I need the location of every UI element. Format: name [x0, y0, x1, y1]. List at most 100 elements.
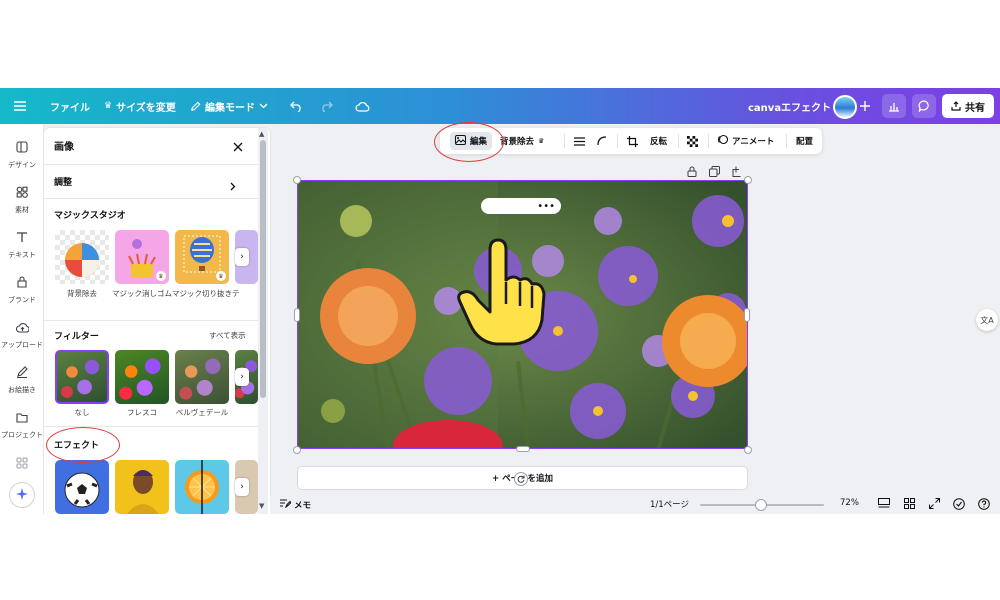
translate-icon[interactable]: 文A — [976, 309, 998, 331]
soccer-ball-icon — [64, 472, 100, 508]
more-options-icon[interactable]: ••• — [481, 198, 561, 214]
status-bar: メモ 1/1ページ 72% — [270, 496, 1000, 514]
zoom-slider-handle[interactable] — [755, 499, 767, 511]
magic-item-label: 背景除去 — [67, 289, 97, 298]
chevron-right-icon[interactable]: › — [235, 478, 249, 496]
scrollbar-thumb[interactable] — [260, 140, 266, 398]
comment-icon[interactable] — [912, 94, 936, 118]
transparency-icon[interactable] — [687, 128, 698, 154]
rail-item-projects[interactable]: プロジェクト — [0, 408, 44, 440]
orange-slice-icon — [185, 460, 219, 514]
folder-icon — [16, 408, 28, 427]
animate-button[interactable]: アニメート — [717, 128, 774, 154]
design-icon — [16, 138, 28, 157]
file-menu[interactable]: ファイル — [50, 88, 90, 124]
zoom-level[interactable]: 72% — [840, 498, 859, 508]
close-icon[interactable] — [232, 138, 246, 152]
design-title[interactable]: canvaエフェクト — [748, 88, 831, 124]
filter-belvedere[interactable] — [175, 350, 229, 404]
divider — [617, 134, 618, 148]
panel-scrollbar[interactable]: ▲ ▼ — [258, 128, 268, 514]
resize-handle[interactable] — [294, 308, 300, 322]
rail-item-apps[interactable] — [0, 454, 44, 473]
avatar[interactable] — [833, 95, 857, 119]
beach-ball-icon — [65, 243, 99, 277]
filter-fresco[interactable] — [115, 350, 169, 404]
notes-label: メモ — [294, 500, 312, 511]
share-button[interactable]: 共有 — [942, 94, 994, 118]
divider — [44, 164, 258, 165]
divider — [678, 134, 679, 148]
edit-mode-dropdown[interactable]: 編集モード — [190, 88, 268, 124]
share-icon — [951, 101, 961, 111]
divider — [708, 134, 709, 148]
bg-remove-button[interactable]: 背景除去 ♛ — [500, 128, 544, 154]
effect-item[interactable] — [115, 460, 169, 514]
magic-studio-heading: マジックスタジオ — [54, 211, 126, 221]
filter-none[interactable] — [55, 350, 109, 404]
corner-rounding-icon[interactable] — [597, 128, 607, 154]
upload-icon — [15, 318, 30, 337]
position-label: 配置 — [796, 137, 814, 147]
page-view-icon[interactable] — [878, 498, 890, 509]
undo-icon[interactable] — [290, 88, 303, 124]
magic-item-label: マジック消しゴム — [112, 289, 172, 298]
magic-item-label: テ — [232, 289, 240, 298]
share-label: 共有 — [965, 102, 985, 114]
check-icon[interactable] — [953, 498, 965, 510]
chevron-right-icon — [230, 176, 236, 195]
magic-item-eraser[interactable]: ♛ — [115, 230, 169, 284]
rail-item-draw[interactable]: お絵描き — [0, 363, 44, 395]
position-button[interactable]: 配置 — [796, 128, 813, 154]
resize-handle[interactable] — [744, 308, 750, 322]
effect-item[interactable] — [175, 460, 229, 514]
cloud-icon[interactable] — [355, 88, 370, 124]
resize-handle[interactable] — [516, 446, 530, 452]
crown-icon: ♛ — [538, 137, 545, 145]
resize-button[interactable]: ♛ サイズを変更 — [104, 88, 176, 124]
magic-item-bg-remove[interactable] — [55, 230, 109, 284]
rotate-icon[interactable] — [514, 472, 528, 486]
see-all-link[interactable]: すべて表示 — [209, 330, 246, 341]
lock-icon[interactable] — [687, 162, 697, 181]
duplicate-icon[interactable] — [709, 162, 720, 181]
menu-icon[interactable] — [14, 88, 26, 124]
border-style-icon[interactable] — [574, 128, 585, 154]
filter-label: ベルヴェデール — [175, 408, 229, 417]
magic-assistant-button[interactable] — [9, 482, 35, 508]
divider — [44, 320, 258, 321]
resize-handle[interactable] — [293, 176, 301, 184]
scroll-up-icon[interactable]: ▲ — [259, 130, 264, 138]
add-page-icon[interactable] — [732, 162, 743, 181]
crown-icon: ♛ — [104, 101, 113, 111]
chevron-right-icon[interactable]: › — [235, 248, 249, 266]
rail-item-text[interactable]: テキスト — [0, 228, 44, 260]
chevron-right-icon[interactable]: › — [235, 368, 249, 386]
resize-handle[interactable] — [744, 176, 752, 184]
add-icon[interactable] — [860, 88, 870, 124]
crop-icon[interactable] — [627, 128, 638, 154]
resize-handle[interactable] — [293, 446, 301, 454]
apps-icon — [16, 454, 28, 473]
rail-item-brand[interactable]: ブランド — [0, 273, 44, 305]
help-icon[interactable] — [978, 498, 990, 510]
elements-icon — [16, 183, 28, 202]
rail-item-upload[interactable]: アップロード — [0, 318, 44, 350]
scroll-down-icon[interactable]: ▼ — [259, 502, 264, 510]
rail-item-design[interactable]: デザイン — [0, 138, 44, 170]
magic-item-label: マジック切り抜き — [172, 289, 232, 298]
redo-icon[interactable] — [320, 88, 333, 124]
flip-button[interactable]: 反転 — [650, 128, 667, 154]
rail-item-elements[interactable]: 素材 — [0, 183, 44, 215]
chart-icon[interactable] — [882, 94, 906, 118]
notes-button[interactable]: メモ — [280, 498, 311, 511]
design-title-text: canvaエフェクト — [748, 102, 832, 114]
resize-handle[interactable] — [744, 446, 752, 454]
fullscreen-icon[interactable] — [929, 498, 940, 509]
effect-item[interactable] — [55, 460, 109, 514]
rail-label-projects: プロジェクト — [1, 431, 43, 439]
page-actions — [687, 162, 743, 181]
grid-view-icon[interactable] — [904, 498, 915, 509]
magic-item-grab[interactable]: ♛ — [175, 230, 229, 284]
rail-label-elements: 素材 — [15, 206, 29, 214]
